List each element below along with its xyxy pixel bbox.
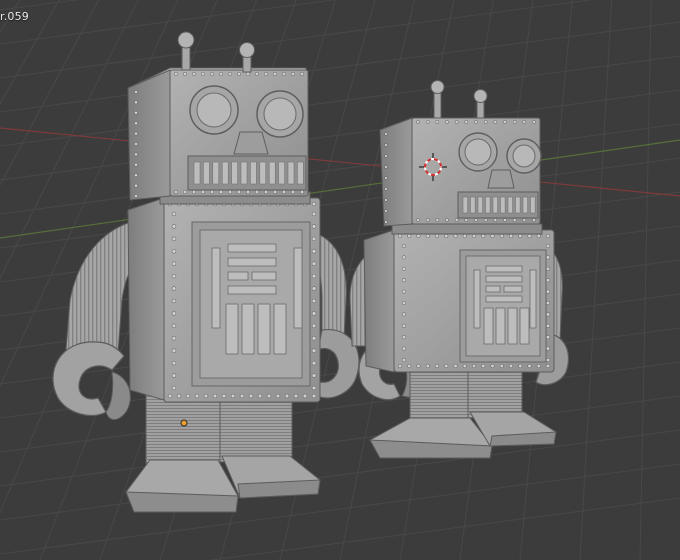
- antenna-left: [433, 91, 442, 119]
- right-leg: [219, 395, 293, 463]
- nose: [487, 169, 515, 189]
- object-origin-icon: [180, 419, 188, 427]
- robot-large[interactable]: [52, 31, 360, 513]
- left-leg: [145, 391, 221, 465]
- viewport-scene[interactable]: [0, 0, 680, 560]
- neck-collar: [391, 223, 543, 235]
- x-axis-line: [0, 127, 680, 197]
- 3d-viewport[interactable]: r.059: [0, 0, 680, 560]
- head-side: [127, 69, 171, 201]
- nose: [233, 131, 269, 155]
- active-object-label: r.059: [0, 10, 30, 23]
- torso-side: [127, 197, 165, 401]
- torso-side: [363, 229, 395, 373]
- y-axis-line: [0, 139, 680, 239]
